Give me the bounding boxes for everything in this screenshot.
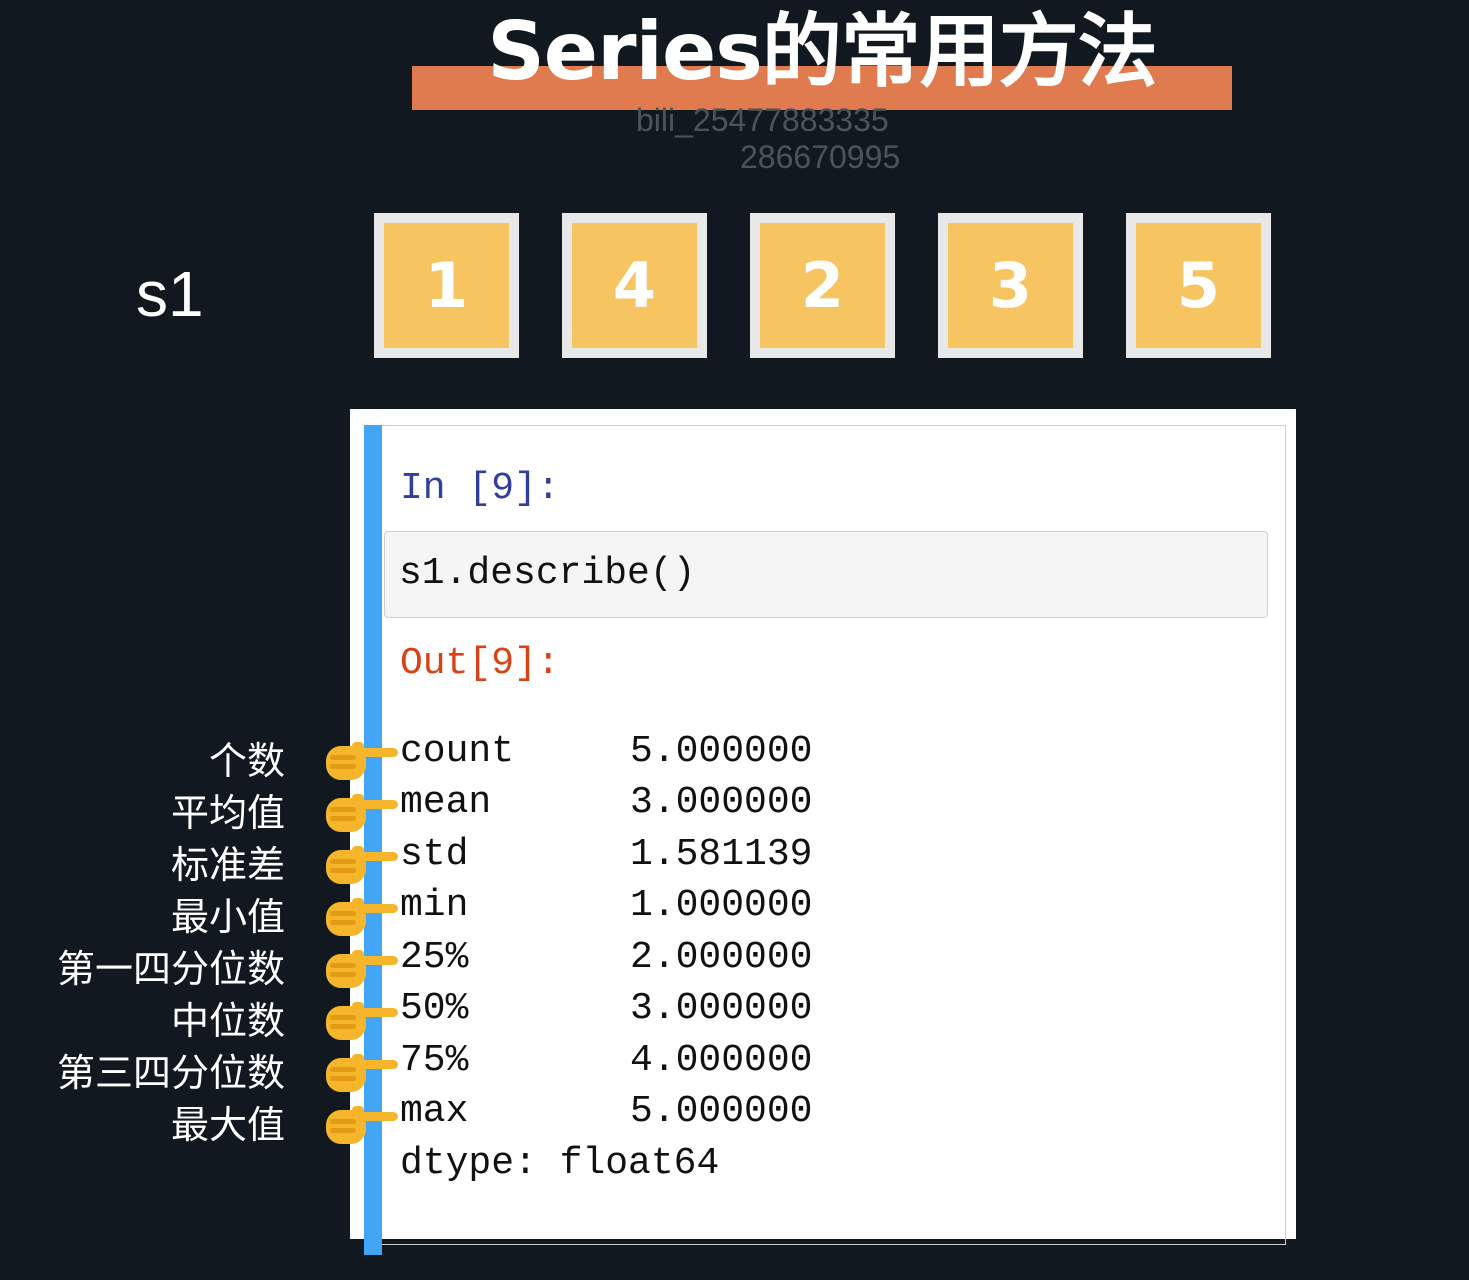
output-row: max 5.000000	[400, 1088, 812, 1136]
stat-name: count	[400, 730, 515, 773]
stat-name: std	[400, 833, 469, 876]
series-cell: 5	[1126, 213, 1271, 358]
series-cell-value: 4	[572, 223, 697, 348]
pointing-hand-icon	[326, 846, 398, 884]
annotation-count: 个数	[208, 739, 285, 783]
stat-name: 75%	[400, 1039, 469, 1082]
stat-name: mean	[400, 781, 492, 824]
series-cell-value: 3	[948, 223, 1073, 348]
series-cell: 1	[374, 213, 519, 358]
pointing-hand-icon	[326, 950, 398, 988]
pointing-hand-icon	[326, 1054, 398, 1092]
stat-value: 5.000000	[630, 730, 813, 773]
pointing-hand-icon	[326, 1002, 398, 1040]
output-row: mean 3.000000	[400, 779, 812, 827]
stat-name: 50%	[400, 987, 469, 1030]
stat-value: 3.000000	[630, 987, 813, 1030]
annotation-mean: 平均值	[170, 791, 285, 835]
output-row: 75% 4.000000	[400, 1037, 812, 1085]
annotation-min: 最小值	[170, 895, 285, 939]
stat-value: 5.000000	[630, 1090, 813, 1133]
watermark-line-2: 286670995	[740, 139, 901, 175]
output-row: min 1.000000	[400, 882, 812, 930]
pointing-hand-icon	[326, 1106, 398, 1144]
watermark-line-1: bili_25477883335	[636, 102, 889, 138]
series-cell-value: 5	[1136, 223, 1261, 348]
input-prompt: In [9]:	[400, 467, 560, 510]
page-title: Series的常用方法	[487, 5, 1158, 98]
stat-value: 3.000000	[630, 781, 813, 824]
stat-value: 4.000000	[630, 1039, 813, 1082]
series-cell-value: 1	[384, 223, 509, 348]
stat-name: 25%	[400, 936, 469, 979]
series-cell: 2	[750, 213, 895, 358]
series-cell-value: 2	[760, 223, 885, 348]
stat-value: 1.581139	[630, 833, 813, 876]
series-name-label: s1	[136, 258, 204, 330]
output-row: 25% 2.000000	[400, 934, 812, 982]
annotation-25: 第一四分位数	[56, 947, 285, 991]
output-row: 50% 3.000000	[400, 985, 812, 1033]
code-input[interactable]: s1.describe()	[384, 531, 1268, 618]
output-row: std 1.581139	[400, 831, 812, 879]
pointing-hand-icon	[326, 742, 398, 780]
annotation-50: 中位数	[170, 999, 285, 1043]
pointing-hand-icon	[326, 794, 398, 832]
annotation-75: 第三四分位数	[56, 1051, 285, 1095]
stat-value: 2.000000	[630, 936, 813, 979]
output-row: count 5.000000	[400, 728, 812, 776]
pointing-hand-icon	[326, 898, 398, 936]
stat-name: min	[400, 884, 469, 927]
code-text: s1.describe()	[399, 552, 696, 595]
annotation-std: 标准差	[170, 843, 285, 887]
series-cell: 3	[938, 213, 1083, 358]
dtype-line: dtype: float64	[400, 1142, 720, 1185]
annotation-max: 最大值	[170, 1103, 285, 1147]
stat-name: max	[400, 1090, 469, 1133]
output-prompt: Out[9]:	[400, 642, 560, 685]
notebook-panel: In [9]: s1.describe() Out[9]: count 5.00…	[350, 409, 1296, 1255]
stat-value: 1.000000	[630, 884, 813, 927]
series-cell: 4	[562, 213, 707, 358]
